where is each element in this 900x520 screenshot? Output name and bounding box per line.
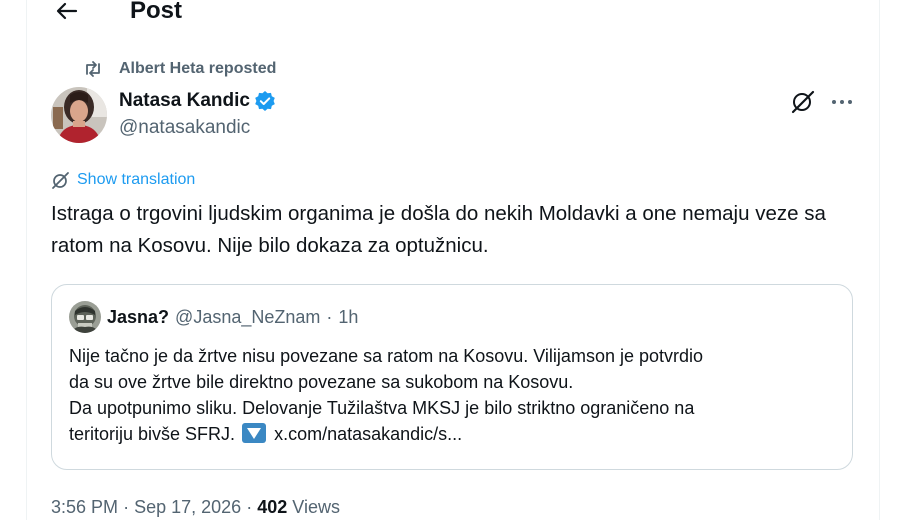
more-icon (832, 100, 852, 104)
meta-separator: · (123, 497, 130, 517)
quote-author-handle[interactable]: @Jasna_NeZnam (175, 307, 320, 328)
quote-link[interactable]: x.com/natasakandic/s... (274, 424, 462, 444)
quote-avatar-image (69, 301, 101, 333)
show-translation-link[interactable]: Show translation (51, 170, 195, 190)
quote-header: Jasna? @Jasna_NeZnam · 1h (69, 301, 358, 333)
views-count: 402 (257, 497, 288, 517)
avatar-image (51, 87, 107, 143)
quote-last-line: teritoriju bivše SFRJ. x.com/natasakandi… (69, 421, 839, 447)
quote-line: Da upotpunimo sliku. Delovanje Tužilaštv… (69, 398, 695, 418)
author-name-row: Natasa Kandic (119, 89, 276, 113)
author-avatar[interactable] (51, 87, 107, 143)
grok-button[interactable] (790, 89, 816, 115)
arrow-left-icon (56, 2, 78, 20)
quote-separator: · (326, 306, 333, 327)
quote-author-avatar[interactable] (69, 301, 101, 333)
show-translation-label: Show translation (77, 171, 196, 188)
repost-indicator: Albert Heta reposted (83, 59, 276, 79)
quote-timestamp[interactable]: 1h (338, 307, 358, 328)
meta-separator: · (246, 497, 253, 517)
quoted-post-card[interactable]: Jasna? @Jasna_NeZnam · 1h Nije tačno je … (51, 284, 853, 470)
views-label: Views (292, 497, 340, 517)
author-name[interactable]: Natasa Kandic (119, 90, 250, 112)
quote-line: Nije tačno je da žrtve nisu povezane sa … (69, 346, 704, 366)
reposter-label[interactable]: Albert Heta reposted (119, 60, 276, 78)
post-text: Istraga o trgovini ljudskim organima je … (51, 202, 826, 257)
more-options-button[interactable] (830, 92, 854, 112)
post-date[interactable]: Sep 17, 2026 (134, 497, 241, 517)
quote-line-text: teritoriju bivše SFRJ. (69, 424, 236, 444)
grok-icon (791, 90, 815, 114)
quote-text: Nije tačno je da žrtve nisu povezane sa … (69, 343, 839, 447)
post-column: Post Albert Heta reposted Natasa Kandic … (26, 0, 880, 520)
repost-icon (86, 61, 100, 77)
down-triangle-icon (242, 423, 267, 443)
quote-author-name[interactable]: Jasna? (107, 307, 169, 328)
translate-icon (52, 172, 69, 189)
top-bar: Post (27, 0, 879, 28)
back-button[interactable] (51, 0, 81, 26)
quote-line: da su ove žrtve bile direktno povezane s… (69, 372, 574, 392)
page-title: Post (130, 0, 183, 24)
post-time[interactable]: 3:56 PM (51, 497, 118, 517)
author-handle[interactable]: @natasakandic (119, 117, 250, 139)
post-metadata: 3:56 PM · Sep 17, 2026 · 402 Views (51, 497, 340, 518)
verified-badge-icon[interactable] (254, 90, 276, 112)
